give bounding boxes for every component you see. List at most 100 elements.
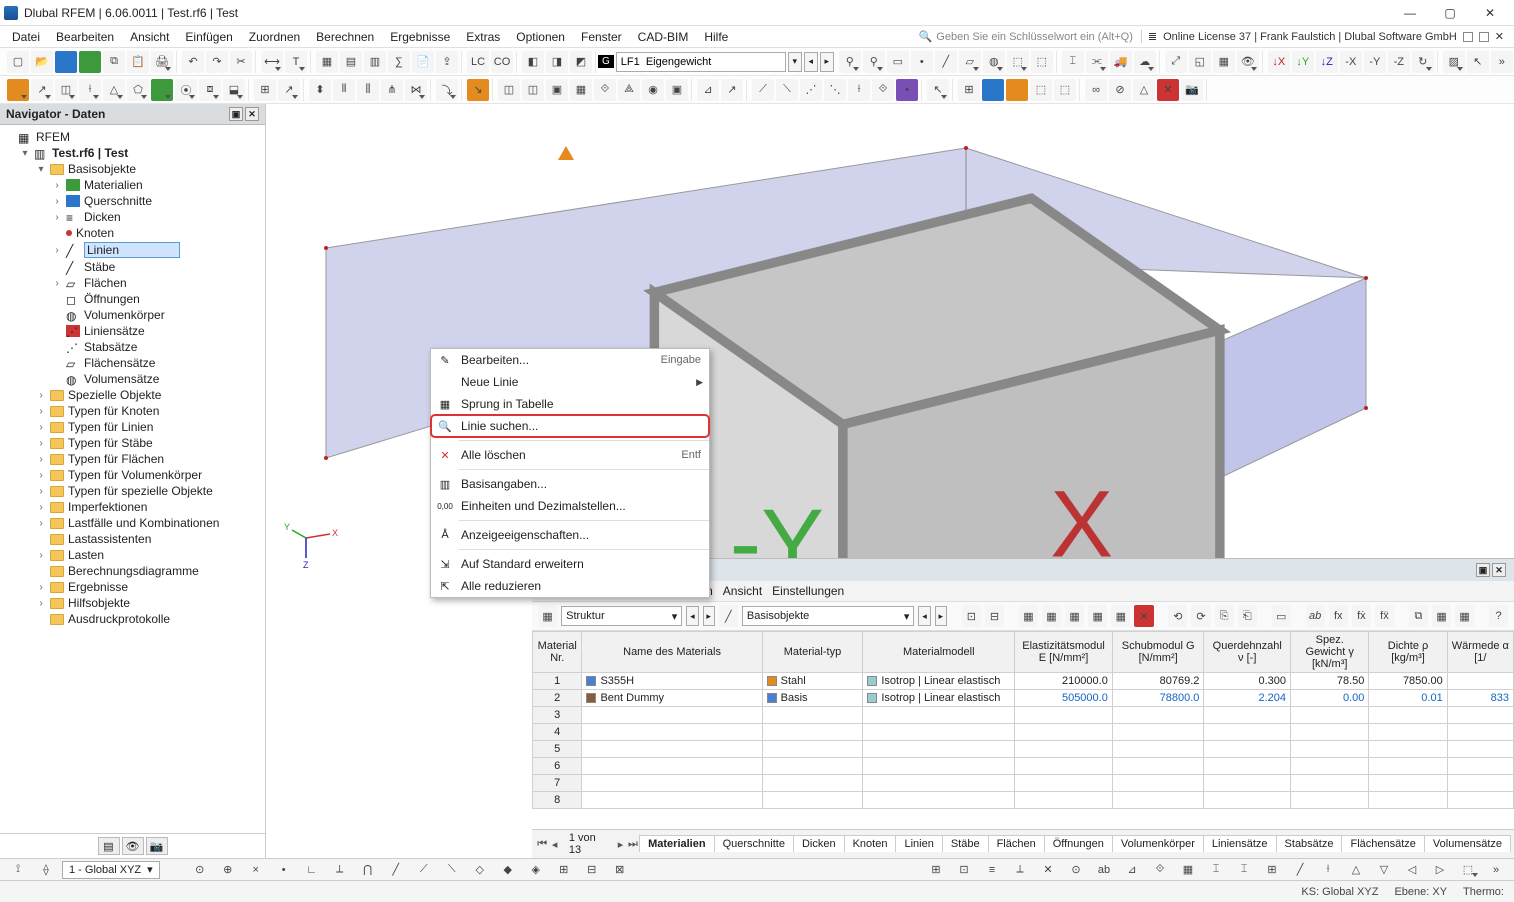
st-e[interactable]: ✕ (1036, 861, 1060, 879)
mat-tb-n[interactable]: ⧉ (1409, 605, 1428, 627)
status-ico2[interactable]: ⟠ (34, 861, 58, 879)
t2-x[interactable]: ⟐ (594, 79, 616, 101)
tree-stabsaetze[interactable]: Stabsätze (84, 340, 137, 354)
tree-hilfsobjekte[interactable]: Hilfsobjekte (68, 596, 130, 610)
dim-icon[interactable]: ⟷ (261, 51, 283, 73)
ax-z-icon[interactable]: ↓Z (1316, 51, 1338, 73)
paste-icon[interactable]: 📋 (127, 51, 149, 73)
col-modell[interactable]: Materialmodell (863, 632, 1015, 673)
doc-min-icon[interactable] (1463, 32, 1473, 42)
snap-3[interactable]: × (244, 861, 268, 879)
mat-next1-icon[interactable]: ▸ (703, 606, 715, 626)
tree-typ-staebe[interactable]: Typen für Stäbe (68, 436, 153, 450)
mat-tb-a[interactable]: ⊡ (962, 605, 981, 627)
grid1-icon[interactable]: ⊞ (958, 79, 980, 101)
t2-t[interactable]: ◫ (498, 79, 520, 101)
sheet-tab[interactable]: Dicken (793, 835, 845, 852)
view-icon[interactable]: 👁 (1237, 51, 1259, 73)
mat-next2-icon[interactable]: ▸ (935, 606, 947, 626)
doc-max-icon[interactable] (1479, 32, 1489, 42)
col-v[interactable]: Querdehnzahl ν [-] (1204, 632, 1291, 673)
sheet-next-icon[interactable]: ▸ (614, 838, 626, 851)
ctx-basisangaben[interactable]: ▥Basisangaben... (431, 473, 709, 495)
t2-u[interactable]: ◫ (522, 79, 544, 101)
export-icon[interactable]: ⇪ (436, 51, 458, 73)
t2-d[interactable]: ⟊ (79, 79, 101, 101)
tree-file[interactable]: Test.rf6 | Test (52, 146, 128, 160)
sheet-tab[interactable]: Materialien (639, 835, 714, 852)
snap-10[interactable]: ⟍ (440, 861, 464, 879)
sheet-tab[interactable]: Knoten (844, 835, 897, 852)
tree-liniensaetze[interactable]: Liniensätze (84, 324, 145, 338)
ax-nz-icon[interactable]: -Z (1388, 51, 1410, 73)
tree-ergebnisse[interactable]: Ergebnisse (68, 580, 128, 594)
ctx-neue-linie[interactable]: Neue Linie (431, 371, 709, 393)
tree-typ-volumen[interactable]: Typen für Volumenkörper (68, 468, 202, 482)
t2-ab[interactable]: ⊿ (697, 79, 719, 101)
zoom-ext-icon[interactable]: ⤢ (1165, 51, 1187, 73)
undo-icon[interactable]: ↶ (182, 51, 204, 73)
menu-zuordnen[interactable]: Zuordnen (241, 28, 308, 46)
mat-tb-h[interactable]: ⟲ (1168, 605, 1187, 627)
mat-tb-fx2[interactable]: fẋ (1352, 605, 1371, 627)
menu-bearbeiten[interactable]: Bearbeiten (48, 28, 122, 46)
tree-spezielle[interactable]: Spezielle Objekte (68, 388, 161, 402)
col-e[interactable]: Elastizitätsmodul E [N/mm²] (1015, 632, 1113, 673)
st-n[interactable]: ╱ (1288, 861, 1312, 879)
mat-tab-einstellungen[interactable]: Einstellungen (772, 584, 844, 598)
camera-icon[interactable]: 📷 (1181, 79, 1203, 101)
t2-c[interactable]: ◫ (55, 79, 77, 101)
sheet-tab[interactable]: Querschnitte (714, 835, 794, 852)
ctx-alle-loeschen[interactable]: ✕Alle löschenEntf (431, 444, 709, 466)
refresh-icon[interactable] (55, 51, 77, 73)
loadcase-input[interactable] (616, 52, 786, 72)
mat-tb-l[interactable]: ▭ (1272, 605, 1291, 627)
surface-icon[interactable]: ▱ (959, 51, 981, 73)
mat-tb-del-icon[interactable]: ✕ (1134, 605, 1153, 627)
chevrons-icon[interactable]: » (1491, 51, 1513, 73)
nav-pin-icon[interactable]: ▣ (229, 107, 243, 121)
calc-icon[interactable]: ∑ (388, 51, 410, 73)
run-icon[interactable] (79, 51, 101, 73)
t2-h[interactable]: ⦿ (175, 79, 197, 101)
table-row[interactable]: 3 (533, 707, 1514, 724)
table-row[interactable]: 4 (533, 724, 1514, 741)
tree-root[interactable]: RFEM (36, 130, 70, 144)
tree-oeffnungen[interactable]: Öffnungen (84, 292, 140, 306)
mat-close-icon[interactable]: ✕ (1492, 563, 1506, 577)
col-y[interactable]: Spez. Gewicht γ [kN/m³] (1291, 632, 1369, 673)
ctx-bearbeiten[interactable]: ✎Bearbeiten...Eingabe (431, 349, 709, 371)
t2-ad[interactable]: ⟋ (752, 79, 774, 101)
ctx-reduzieren[interactable]: ⇱Alle reduzieren (431, 575, 709, 597)
sheet-tab[interactable]: Flächensätze (1341, 835, 1424, 852)
open-icon[interactable]: 📂 (31, 51, 53, 73)
st-a[interactable]: ⊞ (924, 861, 948, 879)
table-row[interactable]: 8 (533, 792, 1514, 809)
tree-basisobjekte[interactable]: Basisobjekte (68, 162, 136, 176)
tbl1-icon[interactable]: ▦ (316, 51, 338, 73)
materials-table[interactable]: Material Nr. Name des Materials Material… (532, 631, 1514, 809)
copy-icon[interactable]: ⧉ (103, 51, 125, 73)
st-i[interactable]: ⟐ (1148, 861, 1172, 879)
t2-k[interactable]: ⊞ (254, 79, 276, 101)
st-d[interactable]: ⟂ (1008, 861, 1032, 879)
st-s[interactable]: ▷ (1428, 861, 1452, 879)
col-nr[interactable]: Material Nr. (533, 632, 582, 673)
t2-ai[interactable]: ⟐ (872, 79, 894, 101)
menu-ergebnisse[interactable]: Ergebnisse (382, 28, 458, 46)
t2-ah[interactable]: ⟊ (848, 79, 870, 101)
res3-icon[interactable]: ◩ (570, 51, 592, 73)
node-icon[interactable]: • (911, 51, 933, 73)
snap-1[interactable]: ⊙ (188, 861, 212, 879)
tree-linien[interactable]: Linien (84, 242, 180, 258)
t2-i[interactable]: ⧈ (199, 79, 221, 101)
mat-tb-k[interactable]: ⎗ (1238, 605, 1257, 627)
text-icon[interactable]: T (285, 51, 307, 73)
doc-close-icon[interactable]: ✕ (1495, 30, 1504, 43)
mat-tb-p[interactable]: ▦ (1455, 605, 1474, 627)
menu-cadbim[interactable]: CAD-BIM (630, 28, 697, 46)
t2-q[interactable]: ⋈ (405, 79, 427, 101)
del-icon[interactable]: ✕ (1157, 79, 1179, 101)
table-row[interactable]: 1 S355H Stahl Isotrop | Linear elastisch… (533, 673, 1514, 690)
grid2-icon[interactable] (982, 79, 1004, 101)
